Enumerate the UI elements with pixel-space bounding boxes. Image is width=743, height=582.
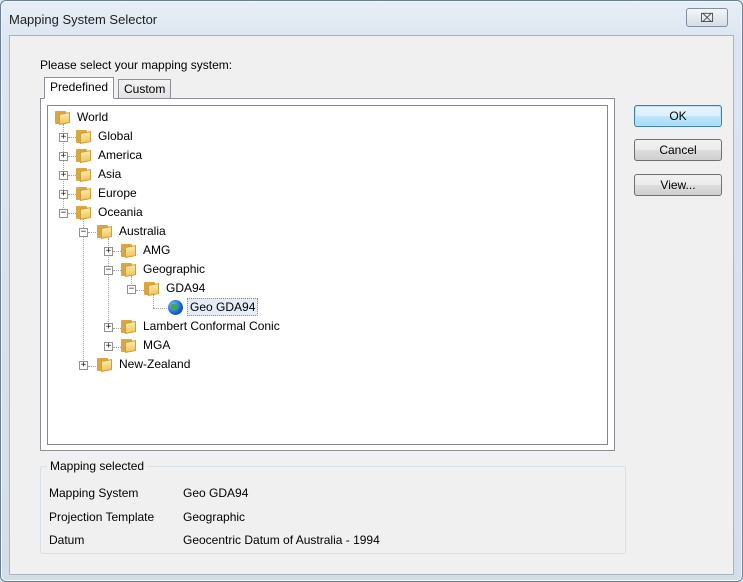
tree-node-label: Asia [98,167,122,181]
tab-custom[interactable]: Custom [118,79,172,99]
tree-node-label: New-Zealand [119,357,191,371]
tree-node-label: Geographic [143,262,206,276]
expand-icon[interactable]: + [59,133,68,142]
ok-button[interactable]: OK [634,105,722,127]
folder-icon [121,338,137,353]
mapping-system-label: Mapping System [49,486,139,500]
tree-node-lambert-conformal-conic[interactable]: Lambert Conformal Conic [121,318,282,334]
tree-connector [153,308,167,309]
folder-icon [121,243,137,258]
close-button[interactable]: ⌧ [686,8,728,27]
tree-node-label: World [77,110,109,124]
view-button[interactable]: View... [634,174,722,196]
tree-node-label: Lambert Conformal Conic [143,319,280,333]
collapse-icon[interactable]: − [79,228,88,237]
tree-node-label: Oceania [98,205,143,219]
collapse-icon[interactable]: − [127,285,136,294]
select-prompt-label: Please select your mapping system: [40,58,233,72]
expand-icon[interactable]: + [59,190,68,199]
folder-icon [76,148,92,163]
tree-node-label: Global [98,129,133,143]
tab-predefined[interactable]: Predefined [44,77,115,99]
tree-node-label: AMG [143,243,171,257]
tree-node-oceania[interactable]: Oceania [76,204,145,220]
folder-icon [97,224,113,239]
tree-node-world[interactable]: World [55,109,110,125]
tree-node-label: MGA [143,338,171,352]
projection-template-value: Geographic [183,510,246,524]
folder-icon [76,205,92,220]
cancel-button[interactable]: Cancel [634,139,722,161]
tree-node-geo-gda94[interactable]: Geo GDA94 [168,298,259,316]
tree-node-europe[interactable]: Europe [76,185,139,201]
folder-icon [55,110,71,125]
collapse-icon[interactable]: − [104,266,113,275]
tree-node-america[interactable]: America [76,147,144,163]
globe-icon [168,299,183,315]
tree-node-label: Geo GDA94 [187,298,259,316]
datum-label: Datum [49,533,85,547]
tree-node-mga[interactable]: MGA [121,337,172,353]
folder-icon [144,281,160,296]
folder-icon [76,129,92,144]
tree-node-new-zealand[interactable]: New-Zealand [97,356,192,372]
window-title: Mapping System Selector [9,12,158,27]
mapping-selected-title: Mapping selected [47,459,148,473]
tree-node-australia[interactable]: Australia [97,223,168,239]
tree-node-label: Europe [98,186,137,200]
expand-icon[interactable]: + [104,247,113,256]
folder-icon [76,186,92,201]
expand-icon[interactable]: + [104,323,113,332]
folder-icon [76,167,92,182]
folder-icon [121,262,137,277]
tree-node-geographic[interactable]: Geographic [121,261,207,277]
expand-icon[interactable]: + [104,342,113,351]
folder-icon [97,357,113,372]
tree-node-gda94[interactable]: GDA94 [144,280,207,296]
datum-value: Geocentric Datum of Australia - 1994 [183,533,380,547]
tree-node-label: America [98,148,143,162]
mapping-system-value: Geo GDA94 [183,486,249,500]
title-bar[interactable]: Mapping System Selector ⌧ [1,1,742,35]
expand-icon[interactable]: + [59,152,68,161]
close-icon: ⌧ [700,10,714,25]
tree-connector [153,295,154,308]
tree-connector [83,219,84,366]
tree-node-asia[interactable]: Asia [76,166,123,182]
folder-icon [121,319,137,334]
tree-node-amg[interactable]: AMG [121,242,172,258]
tree-node-global[interactable]: Global [76,128,135,144]
expand-icon[interactable]: + [59,171,68,180]
collapse-icon[interactable]: − [59,209,68,218]
expand-icon[interactable]: + [79,361,88,370]
tree-node-label: Australia [119,224,166,238]
tree-node-label: GDA94 [166,281,206,295]
projection-template-label: Projection Template [49,510,155,524]
